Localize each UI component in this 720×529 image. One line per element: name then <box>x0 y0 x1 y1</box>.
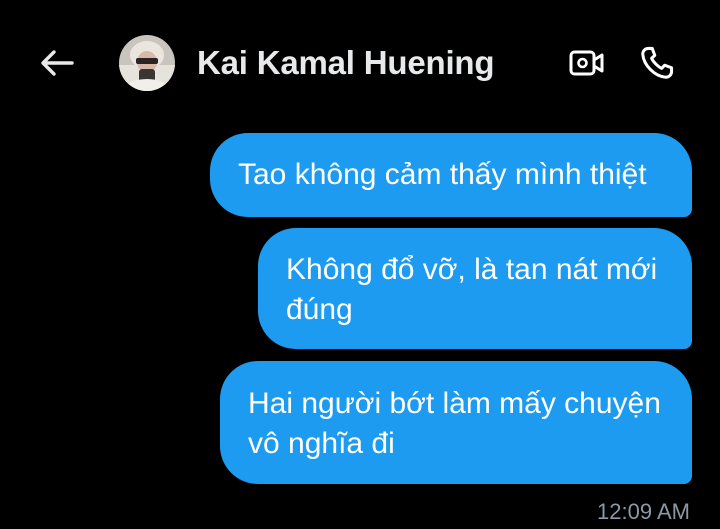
message-bubble[interactable]: Tao không cảm thấy mình thiệt <box>210 133 692 217</box>
message-timestamp: 12:09 AM <box>597 499 690 524</box>
avatar[interactable] <box>119 35 175 91</box>
message-text: Hai người bớt làm mấy chuyện vô nghĩa đi <box>248 387 661 460</box>
avatar-image <box>119 35 175 91</box>
message-bubble[interactable]: Hai người bớt làm mấy chuyện vô nghĩa đi <box>220 361 692 484</box>
video-call-button[interactable] <box>565 44 609 82</box>
conversation-header: Kai Kamal Huening <box>0 0 720 130</box>
arrow-left-icon <box>41 50 74 76</box>
message-bubble[interactable]: Không đổ vỡ, là tan nát mới đúng <box>258 228 692 349</box>
back-button[interactable] <box>38 46 76 80</box>
video-camera-icon <box>569 50 604 76</box>
voice-call-button[interactable] <box>635 42 679 84</box>
phone-icon <box>641 46 674 79</box>
message-text: Không đổ vỡ, là tan nát mới đúng <box>286 253 658 326</box>
message-text: Tao không cảm thấy mình thiệt <box>238 158 647 191</box>
contact-name[interactable]: Kai Kamal Huening <box>197 44 495 82</box>
